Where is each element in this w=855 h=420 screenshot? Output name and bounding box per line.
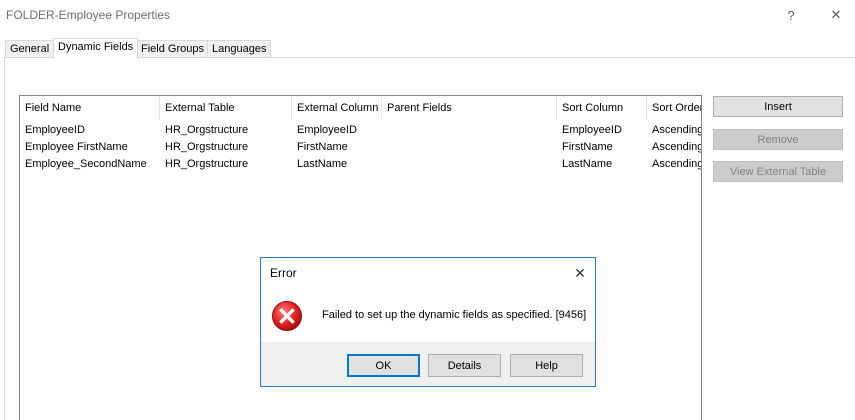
cell-sort-order: Ascending (652, 158, 702, 170)
cell-sort-order: Ascending (652, 141, 702, 153)
column-header-external-table[interactable]: External Table (160, 96, 292, 120)
error-icon (272, 301, 302, 331)
tab-strip: General Dynamic Fields Field Groups Lang… (0, 38, 855, 59)
table-row[interactable]: EmployeeID HR_Orgstructure EmployeeID Em… (20, 122, 701, 139)
cell-sort-order: Ascending (652, 124, 702, 136)
window-title: FOLDER-Employee Properties (6, 8, 171, 22)
column-header-parent-fields[interactable]: Parent Fields (382, 96, 557, 120)
cell-external-table: HR_Orgstructure (165, 141, 249, 153)
cell-external-table: HR_Orgstructure (165, 158, 249, 170)
dialog-close-button[interactable]: ✕ (566, 262, 594, 284)
cell-sort-column: FirstName (562, 141, 613, 153)
cell-sort-column: LastName (562, 158, 613, 170)
remove-button[interactable]: Remove (713, 129, 843, 150)
cell-external-column: EmployeeID (297, 124, 357, 136)
column-header-field-name[interactable]: Field Name (20, 96, 160, 120)
error-dialog: Error ✕ Failed to set up the dynamic fie… (260, 257, 596, 387)
tab-languages[interactable]: Languages (207, 40, 272, 58)
cell-external-column: FirstName (297, 141, 348, 153)
cell-parent-fields (382, 122, 557, 139)
cell-sort-column: EmployeeID (562, 124, 622, 136)
dialog-title-bar: Error ✕ (261, 258, 595, 288)
tab-general[interactable]: General (5, 40, 55, 58)
view-external-table-button[interactable]: View External Table (713, 161, 843, 182)
dialog-title: Error (270, 266, 297, 280)
cell-field-name: Employee FirstName (25, 141, 128, 153)
title-bar: FOLDER-Employee Properties ? ✕ (0, 0, 855, 30)
tab-dynamic-fields[interactable]: Dynamic Fields (53, 38, 139, 59)
cell-external-table: HR_Orgstructure (165, 124, 249, 136)
column-header-sort-column[interactable]: Sort Column (557, 96, 647, 120)
dialog-body: Failed to set up the dynamic fields as s… (261, 288, 595, 342)
details-button[interactable]: Details (428, 354, 501, 377)
cell-parent-fields (382, 139, 557, 156)
dialog-message: Failed to set up the dynamic fields as s… (322, 309, 587, 321)
dialog-help-button[interactable]: Help (510, 354, 583, 377)
column-header-external-column[interactable]: External Column (292, 96, 382, 120)
cell-field-name: EmployeeID (25, 124, 85, 136)
cell-external-column: LastName (297, 158, 348, 170)
tab-field-groups[interactable]: Field Groups (136, 40, 209, 58)
column-header-sort-order[interactable]: Sort Order (647, 96, 701, 120)
cell-field-name: Employee_SecondName (25, 158, 147, 170)
cell-parent-fields (382, 156, 557, 173)
close-button[interactable]: ✕ (813, 0, 855, 30)
ok-button[interactable]: OK (347, 354, 420, 377)
list-header: Field Name External Table External Colum… (20, 96, 701, 120)
table-row[interactable]: Employee_SecondName HR_Orgstructure Last… (20, 156, 701, 173)
insert-button[interactable]: Insert (713, 96, 843, 117)
table-row[interactable]: Employee FirstName HR_Orgstructure First… (20, 139, 701, 156)
help-button[interactable]: ? (768, 0, 814, 30)
